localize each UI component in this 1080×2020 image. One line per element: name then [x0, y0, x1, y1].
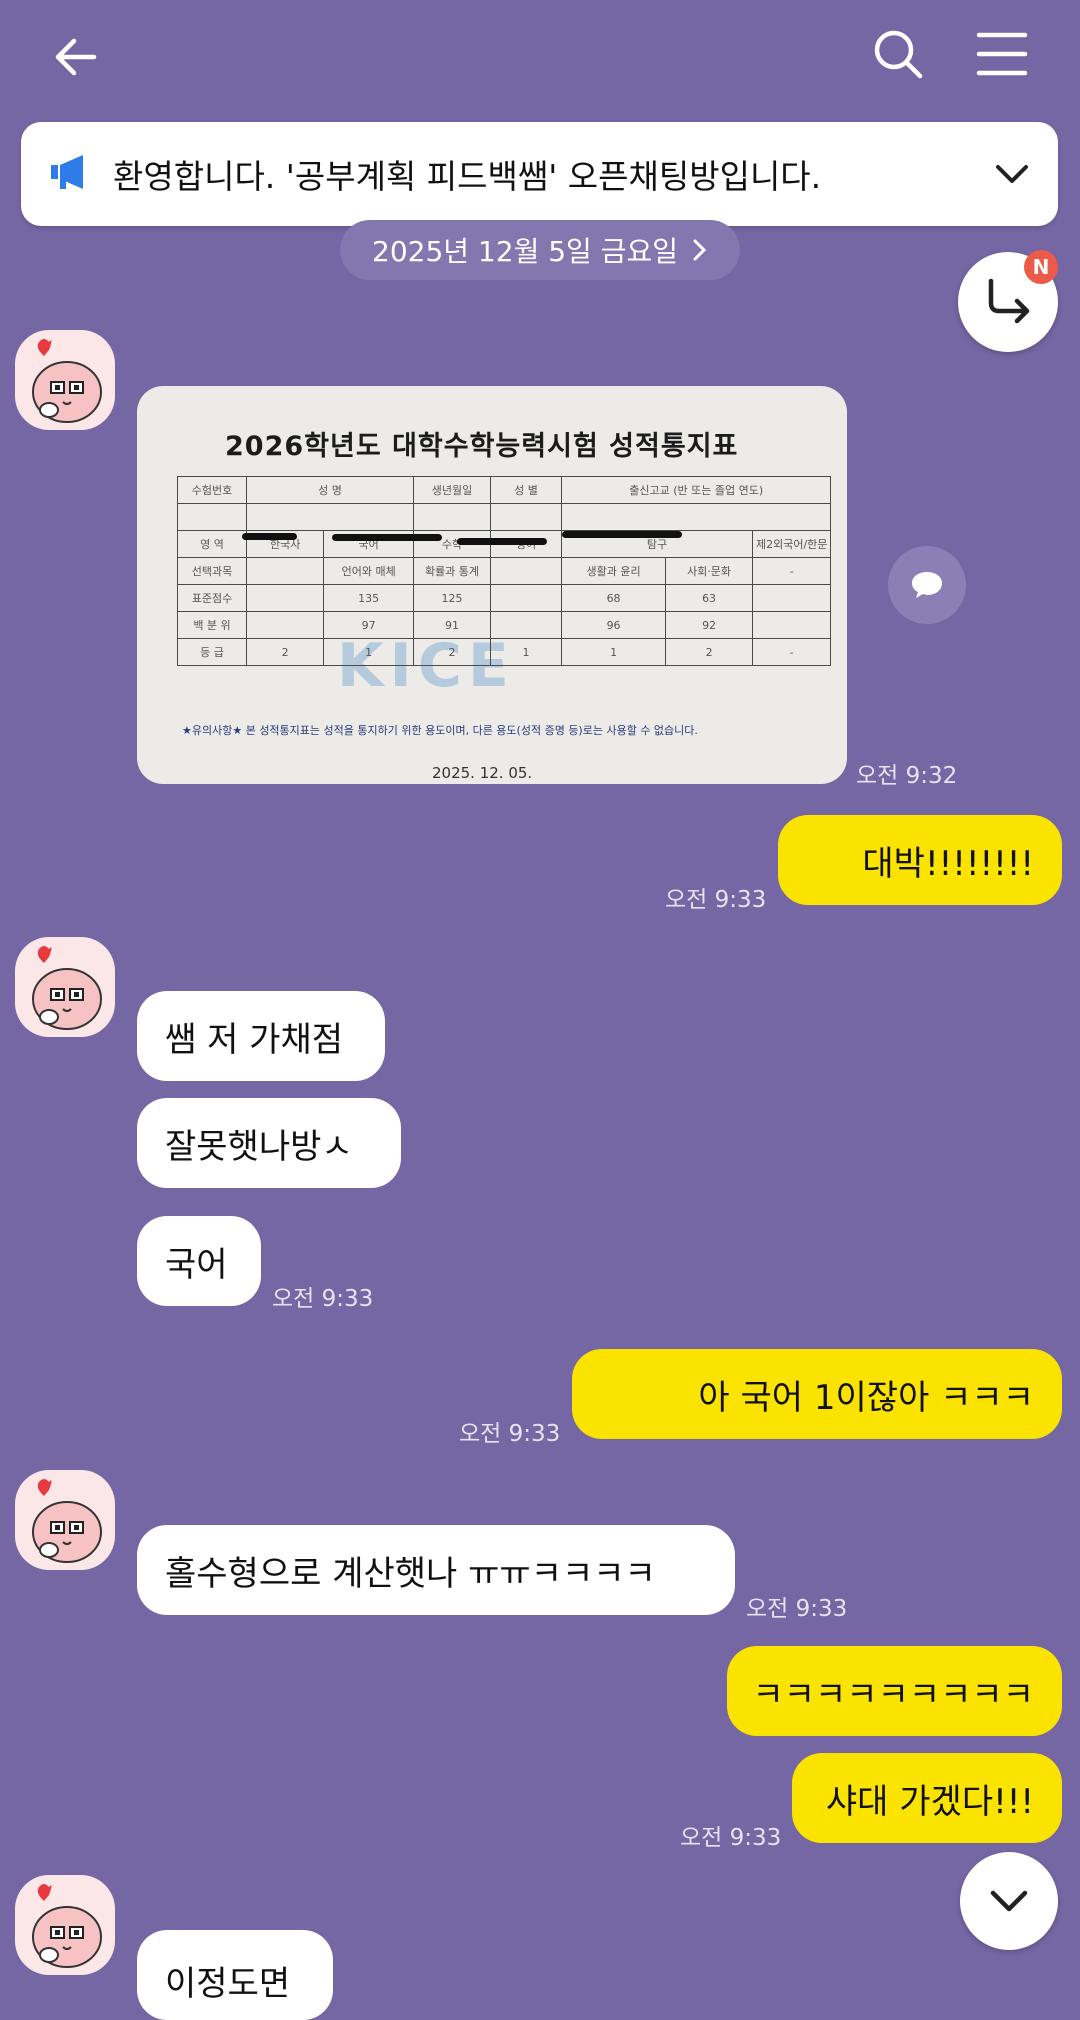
top-bar [0, 0, 1080, 110]
table-cell: 영 역 [177, 530, 247, 558]
table-cell: 사회·문화 [665, 557, 753, 585]
avatar[interactable] [15, 330, 115, 430]
search-button[interactable] [862, 18, 934, 90]
message-bubble-outgoing[interactable]: 아 국어 1이잖아 ㅋㅋㅋ [572, 1349, 1062, 1439]
table-row [177, 503, 832, 531]
new-badge: N [1024, 250, 1058, 284]
sheet-title: 2026학년도 대학수학능력시험 성적통지표 [225, 431, 739, 462]
search-icon [874, 30, 923, 79]
message-time: 오전 9:33 [272, 1286, 374, 1312]
table-cell: 1 [560, 638, 667, 666]
notice-text: 환영합니다. '공부계획 피드백쌤' 오픈채팅방입니다. [113, 157, 822, 196]
message-text: 홀수형으로 계산햇나 ㅠㅠㅋㅋㅋㅋ [165, 1553, 656, 1594]
table-cell: 97 [323, 611, 414, 639]
table-cell: 92 [665, 611, 753, 639]
table-row: 표준점수 135 125 68 63 [177, 584, 832, 612]
sheet-date: 2025. 12. 05. [432, 764, 533, 782]
table-cell: 63 [665, 584, 753, 612]
table-cell: 출신고교 (반 또는 졸업 연도) [560, 476, 832, 504]
score-table: 수험번호 성 명 생년월일 성 별 출신고교 (반 또는 졸업 연도) 영 역 … [177, 476, 832, 666]
speech-bubble-icon [912, 572, 942, 598]
table-cell: 2 [245, 638, 325, 666]
table-cell: 제2외국어/한문 [751, 530, 832, 558]
table-cell: 68 [560, 584, 667, 612]
table-cell: 백 분 위 [177, 611, 247, 639]
message-text: 아 국어 1이잖아 ㅋㅋㅋ [698, 1377, 1034, 1418]
redaction-scribble [457, 538, 547, 545]
table-cell: 성 명 [246, 476, 414, 504]
message-bubble-outgoing[interactable]: 샤대 가겠다!!! [792, 1753, 1062, 1843]
table-cell: 언어와 매체 [323, 557, 414, 585]
redaction-scribble [562, 531, 682, 538]
message-bubble-incoming[interactable]: 쌤 저 가채점 [137, 991, 385, 1081]
table-row: 백 분 위 97 91 96 92 [177, 611, 832, 639]
date-divider-label: 2025년 12월 5일 금요일 [372, 235, 678, 268]
message-bubble-incoming[interactable]: 잘못햇나방ㅅ [137, 1098, 401, 1188]
message-text: ㅋㅋㅋㅋㅋㅋㅋㅋㅋ [752, 1674, 1034, 1715]
message-time: 오전 9:32 [856, 763, 958, 789]
message-time: 오전 9:33 [459, 1421, 561, 1447]
avatar[interactable] [15, 937, 115, 1037]
table-cell: 확률과 통계 [413, 557, 491, 585]
avatar[interactable] [15, 1875, 115, 1975]
table-cell: - [751, 638, 832, 666]
message-bubble-outgoing[interactable]: ㅋㅋㅋㅋㅋㅋㅋㅋㅋ [727, 1646, 1062, 1736]
chevron-right-icon [693, 239, 707, 261]
table-cell: 2 [665, 638, 753, 666]
table-cell: 등 급 [177, 638, 247, 666]
table-cell: 91 [413, 611, 491, 639]
peach-character-icon [32, 339, 102, 423]
chevron-down-icon [990, 1890, 1028, 1912]
table-cell: - [751, 557, 832, 585]
table-cell: 125 [413, 584, 491, 612]
table-cell: 수험번호 [177, 476, 247, 504]
table-row: 등 급 2 1 2 1 1 2 - [177, 638, 832, 666]
peach-character-icon [32, 946, 102, 1030]
message-bubble-incoming[interactable]: 국어 [137, 1216, 261, 1306]
table-cell: 생활과 윤리 [560, 557, 667, 585]
table-cell: 1 [323, 638, 414, 666]
peach-character-icon [32, 1479, 102, 1563]
megaphone-icon [49, 152, 89, 196]
score-sheet-photo[interactable]: 2026학년도 대학수학능력시험 성적통지표 KICE 수험번호 성 명 생년월… [137, 386, 847, 784]
table-cell: 표준점수 [177, 584, 247, 612]
message-text: 이정도면 [165, 1964, 291, 2004]
message-time: 오전 9:33 [746, 1596, 848, 1622]
table-cell: 선택과목 [177, 557, 247, 585]
avatar[interactable] [15, 1470, 115, 1570]
message-text: 대박!!!!!!!! [862, 843, 1034, 884]
message-bubble-outgoing[interactable]: 대박!!!!!!!! [778, 815, 1062, 905]
message-text: 국어 [165, 1244, 228, 1285]
table-cell: 생년월일 [413, 476, 491, 504]
arrow-left-icon [55, 38, 97, 76]
message-bubble-incoming[interactable]: 홀수형으로 계산햇나 ㅠㅠㅋㅋㅋㅋ [137, 1525, 735, 1615]
table-cell: 2 [413, 638, 491, 666]
date-divider[interactable]: 2025년 12월 5일 금요일 [340, 220, 740, 280]
message-text: 잘못햇나방ㅅ [165, 1126, 353, 1167]
hamburger-menu-icon [976, 32, 1028, 76]
share-button[interactable] [888, 546, 966, 624]
table-cell: 96 [560, 611, 667, 639]
table-cell: 135 [323, 584, 414, 612]
message-time: 오전 9:33 [680, 1825, 782, 1851]
peach-character-icon [32, 1884, 102, 1968]
table-row: 선택과목 언어와 매체 확률과 통계 생활과 윤리 사회·문화 - [177, 557, 832, 585]
redaction-scribble [332, 534, 442, 541]
reply-arrow-icon [988, 278, 1030, 324]
table-row: 수험번호 성 명 생년월일 성 별 출신고교 (반 또는 졸업 연도) [177, 476, 832, 504]
notice-banner[interactable]: 환영합니다. '공부계획 피드백쌤' 오픈채팅방입니다. [21, 122, 1058, 226]
back-button[interactable] [40, 22, 110, 92]
table-cell: 1 [490, 638, 562, 666]
message-bubble-incoming[interactable]: 이정도면 [137, 1930, 333, 2020]
scroll-to-bottom-button[interactable] [960, 1852, 1058, 1950]
sheet-note: ★유의사항★ 본 성적통지표는 성적을 통지하기 위한 용도이며, 다른 용도(… [182, 724, 698, 737]
redaction-scribble [242, 533, 297, 540]
message-text: 쌤 저 가채점 [165, 1019, 344, 1060]
menu-button[interactable] [966, 18, 1038, 90]
message-text: 샤대 가겠다!!! [825, 1781, 1034, 1822]
table-cell: 성 별 [490, 476, 562, 504]
chevron-down-icon[interactable] [994, 156, 1030, 196]
message-time: 오전 9:33 [665, 887, 767, 913]
